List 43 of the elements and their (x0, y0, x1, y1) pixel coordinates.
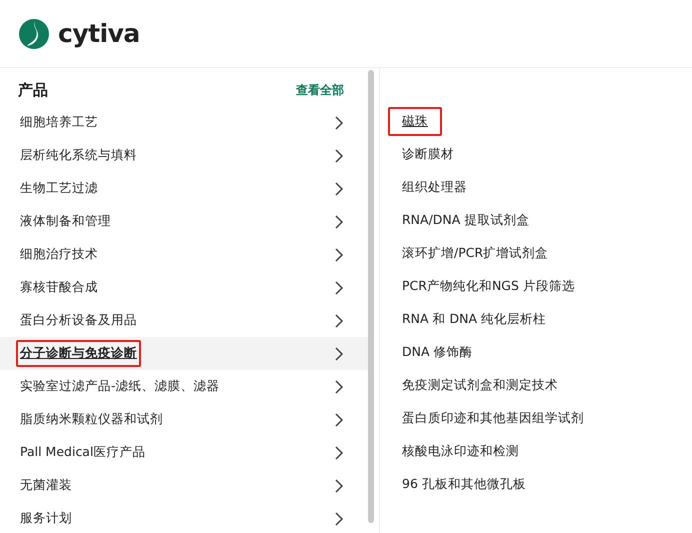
subcategory-link[interactable]: RNA 和 DNA 纯化层析柱 (398, 305, 560, 334)
chevron-right-icon (335, 314, 344, 328)
brand-name: cytiva (58, 19, 140, 48)
chevron-right-icon (335, 380, 344, 394)
chevron-right-icon (335, 182, 344, 196)
category-item[interactable]: 分子诊断与免疫诊断 (16, 340, 141, 367)
chevron-right-icon (335, 280, 344, 294)
view-all-link[interactable]: 查看全部 (296, 82, 344, 98)
chevron-right-icon (335, 148, 344, 162)
subcategory-link[interactable]: 组织处理器 (398, 173, 481, 202)
subcategory-link[interactable]: 磁珠 (388, 107, 442, 136)
category-item[interactable]: 脂质纳米颗粒仪器和试剂 (16, 406, 167, 433)
subcategory-link[interactable]: RNA/DNA 提取试剂盒 (398, 206, 544, 235)
chevron-right-icon (335, 116, 344, 130)
category-item[interactable]: 细胞治疗技术 (16, 241, 102, 268)
chevron-right-icon (335, 248, 344, 262)
logo-icon (18, 18, 50, 50)
chevron-right-icon (335, 512, 344, 526)
subcategory-link[interactable]: PCR产物纯化和NGS 片段筛选 (398, 272, 589, 301)
category-item[interactable]: Pall Medical医疗产品 (16, 439, 150, 466)
subcategory-link[interactable]: 96 孔板和其他微孔板 (398, 470, 540, 499)
category-item[interactable]: 生物工艺过滤 (16, 175, 102, 202)
chevron-right-icon (335, 412, 344, 426)
subcategory-link[interactable]: 滚环扩增/PCR扩增试剂盒 (398, 239, 562, 268)
chevron-right-icon (335, 214, 344, 228)
category-item[interactable]: 蛋白分析设备及用品 (16, 307, 141, 334)
subcategory-link[interactable]: 诊断膜材 (398, 140, 468, 169)
category-item[interactable]: 无菌灌装 (16, 472, 76, 499)
subcategory-link[interactable]: 免疫测定试剂盒和测定技术 (398, 371, 572, 400)
category-item[interactable]: 实验室过滤产品-滤纸、滤膜、滤器 (16, 373, 224, 400)
scrollbar[interactable] (368, 70, 374, 523)
category-item[interactable]: 层析纯化系统与填料 (16, 142, 141, 169)
category-item[interactable]: 液体制备和管理 (16, 208, 115, 235)
chevron-right-icon (335, 478, 344, 492)
subcategory-link[interactable]: 核酸电泳印迹和检测 (398, 437, 533, 466)
category-item[interactable]: 细胞培养工艺 (16, 109, 102, 136)
chevron-right-icon (335, 446, 344, 460)
subcategory-link[interactable]: 蛋白质印迹和其他基因组学试剂 (398, 404, 598, 433)
category-item[interactable]: 服务计划 (16, 505, 76, 532)
chevron-right-icon (335, 346, 344, 360)
category-item[interactable]: 寡核苷酸合成 (16, 274, 102, 301)
section-heading: 产品 (18, 80, 48, 100)
subcategory-link[interactable]: DNA 修饰酶 (398, 338, 487, 367)
